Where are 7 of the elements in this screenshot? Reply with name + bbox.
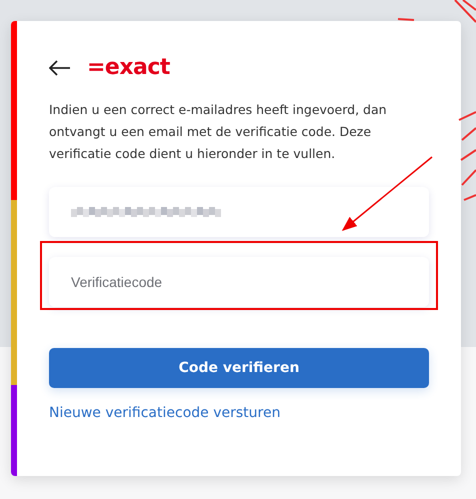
instruction-text: Indien u een correct e-mailadres heeft ingevoerd, dan ontvangt u een email met de verificatie code. Deze verificatie code dient u hieronder in te vullen. [49,101,388,163]
back-arrow-icon[interactable] [49,60,71,76]
email-field[interactable] [49,187,429,237]
logo: =exact [87,57,170,79]
verification-code-field[interactable]: Verificatiecode [49,257,429,307]
verify-button[interactable]: Code verifieren [49,348,429,388]
resend-code-link[interactable]: Nieuwe verificatiecode versturen [49,405,280,421]
